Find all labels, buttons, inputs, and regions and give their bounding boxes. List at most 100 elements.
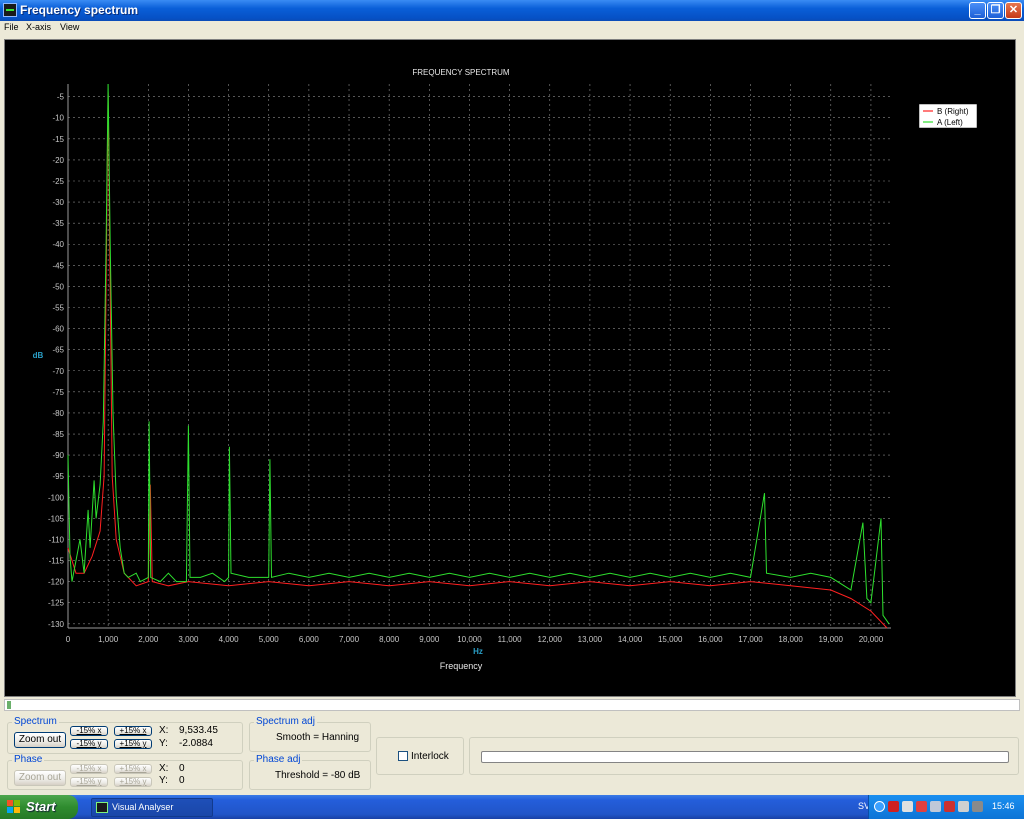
taskbar-visual-analyser[interactable]: Visual Analyser: [91, 798, 213, 817]
y-tick-label: -80: [52, 409, 64, 418]
smoothing-value[interactable]: Smooth = Hanning: [276, 732, 359, 743]
y-tick-label: -60: [52, 325, 64, 334]
spectrum-group-label: Spectrum: [12, 716, 59, 727]
x-tick-label: 2,000: [138, 635, 159, 644]
spectrum-zoom-out-button[interactable]: Zoom out: [14, 732, 66, 748]
y-tick-label: -120: [48, 578, 65, 587]
volume-icon[interactable]: [958, 801, 969, 812]
spectrum-minus-x-button[interactable]: -15% x: [70, 726, 108, 736]
y-tick-label: -15: [52, 135, 64, 144]
clock: 15:46: [992, 801, 1015, 811]
phase-x-label: X:: [159, 763, 169, 774]
network-icon[interactable]: [902, 801, 913, 812]
spectrum-plot-panel[interactable]: 0 1,000 2,000 3,000 4,000 5,000 6,000 7,000 8,00…: [4, 39, 1016, 697]
y-tick-label: -65: [52, 346, 64, 355]
start-button[interactable]: Start: [0, 795, 78, 819]
phase-group-label: Phase: [12, 754, 45, 765]
app-icon[interactable]: [3, 3, 17, 17]
x-tick-label: 11,000: [498, 635, 522, 644]
interlock-group: Interlock: [376, 737, 464, 775]
title-bar[interactable]: Frequency spectrum _ ❐ ✕: [0, 0, 1024, 21]
scroll-thumb[interactable]: [7, 701, 11, 709]
spectrum-y-value: -2.0884: [179, 738, 213, 749]
phase-zoom-out-button[interactable]: Zoom out: [14, 770, 66, 786]
antivirus-icon[interactable]: [944, 801, 955, 812]
menu-view[interactable]: View: [60, 22, 79, 32]
phase-y-label: Y:: [159, 775, 168, 786]
y-tick-label: -130: [48, 620, 65, 629]
y-tick-label: -75: [52, 388, 64, 397]
threshold-value[interactable]: Threshold = -80 dB: [275, 770, 360, 781]
y-tick-label: -125: [48, 599, 65, 608]
phase-minus-x-button[interactable]: -15% x: [70, 764, 108, 774]
spectrum-minus-y-button[interactable]: -15% y: [70, 739, 108, 749]
display-icon[interactable]: [930, 801, 941, 812]
horizontal-scrollbar[interactable]: [4, 699, 1020, 711]
spectrum-y-label: Y:: [159, 738, 168, 749]
security-icon[interactable]: [916, 801, 927, 812]
menu-file[interactable]: File: [4, 22, 19, 32]
spectrum-plus-x-button[interactable]: +15% x: [114, 726, 152, 736]
series-a-left-line: [67, 83, 890, 625]
phase-group: Phase Zoom out -15% x +15% x -15% y +15%…: [7, 754, 243, 790]
x-tick-label: 17,000: [738, 635, 763, 644]
visual-analyser-icon: [96, 802, 108, 813]
phase-plus-x-button[interactable]: +15% x: [114, 764, 152, 774]
x-tick-label: 8,000: [379, 635, 400, 644]
x-axis-label: Frequency: [440, 661, 483, 671]
window-title: Frequency spectrum: [20, 3, 139, 17]
close-button[interactable]: ✕: [1005, 2, 1022, 19]
x-tick-label: 13,000: [578, 635, 603, 644]
legend-entry: B (Right): [937, 107, 969, 116]
y-tick-label: -90: [52, 451, 64, 460]
x-tick-label: 7,000: [339, 635, 360, 644]
ati-icon[interactable]: [888, 801, 899, 812]
task-label: Visual Analyser: [112, 802, 174, 812]
y-tick-label: -50: [52, 282, 64, 291]
usb-icon[interactable]: [972, 801, 983, 812]
taskbar: Start Visual Analyser SV 15:46: [0, 795, 1024, 819]
y-tick-label: -55: [52, 304, 64, 313]
y-tick-label: -100: [48, 493, 65, 502]
spectrum-plus-y-button[interactable]: +15% y: [114, 739, 152, 749]
y-tick-label: -70: [52, 367, 64, 376]
y-tick-label: -95: [52, 472, 64, 481]
x-tick-label: 0: [66, 635, 71, 644]
spectrum-adj-label: Spectrum adj: [254, 716, 317, 727]
x-tick-label: 1,000: [98, 635, 119, 644]
spectrum-x-label: X:: [159, 725, 169, 736]
phase-x-value: 0: [179, 763, 185, 774]
interlock-checkbox[interactable]: [398, 751, 408, 761]
menu-x-axis[interactable]: X-axis: [26, 22, 51, 32]
spectrum-adj-group: Spectrum adj Smooth = Hanning: [249, 716, 371, 752]
x-axis-unit: Hz: [473, 647, 483, 656]
x-tick-label: 5,000: [259, 635, 280, 644]
phase-adj-label: Phase adj: [254, 754, 303, 765]
phase-plus-y-button[interactable]: +15% y: [114, 777, 152, 787]
interlock-label[interactable]: Interlock: [411, 751, 449, 762]
x-tick-label: 20,000: [859, 635, 884, 644]
y-axis-label: dB: [33, 351, 44, 360]
series-b-right-line: [67, 92, 888, 629]
x-tick-label: 12,000: [538, 635, 563, 644]
chart-title: FREQUENCY SPECTRUM: [412, 68, 510, 77]
maximize-button[interactable]: ❐: [987, 2, 1004, 19]
legend-entry: A (Left): [937, 118, 963, 127]
y-tick-label: -85: [52, 430, 64, 439]
start-label: Start: [26, 799, 56, 814]
y-tick-label: -45: [52, 261, 64, 270]
x-tick-label: 19,000: [819, 635, 844, 644]
minimize-button[interactable]: _: [969, 2, 986, 19]
y-tick-label: -5: [57, 93, 65, 102]
spectrum-group: Spectrum Zoom out -15% x +15% x -15% y +…: [7, 716, 243, 754]
app-window: Frequency spectrum _ ❐ ✕ File X-axis Vie…: [0, 0, 1024, 795]
x-tick-label: 6,000: [299, 635, 320, 644]
spectrum-chart[interactable]: 0 1,000 2,000 3,000 4,000 5,000 6,000 7,000 8,00…: [5, 40, 1017, 698]
y-tick-label: -105: [48, 514, 65, 523]
y-tick-label: -40: [52, 240, 64, 249]
y-tick-label: -20: [52, 156, 64, 165]
phase-minus-y-button[interactable]: -15% y: [70, 777, 108, 787]
x-tick-label: 18,000: [778, 635, 803, 644]
tray-back-icon[interactable]: [874, 801, 885, 812]
windows-flag-icon: [7, 800, 20, 813]
